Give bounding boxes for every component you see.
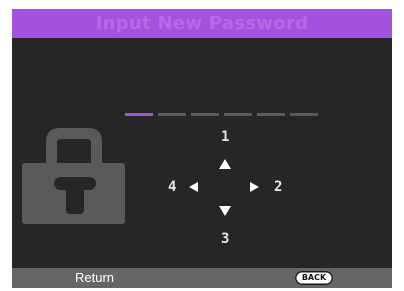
keypad-number-left: 4: [168, 179, 177, 195]
password-digit-slot: [224, 113, 252, 116]
lock-icon: [22, 128, 125, 224]
password-digit-indicator: [125, 113, 325, 116]
back-button-label: BACK: [301, 273, 327, 282]
page-title: Input New Password: [95, 13, 309, 34]
password-digit-slot: [290, 113, 318, 116]
password-digit-slot: [125, 113, 153, 116]
title-bar: Input New Password: [12, 9, 392, 38]
keypad-number-right: 2: [274, 179, 283, 195]
password-digit-slot: [158, 113, 186, 116]
return-label: Return: [75, 270, 115, 285]
password-digit-slot: [191, 113, 219, 116]
password-digit-slot: [257, 113, 285, 116]
password-screen: Input New Password 1 4 2 3 Return BACK: [12, 9, 392, 288]
arrow-up-icon[interactable]: [219, 159, 231, 169]
footer-bar: Return BACK: [12, 268, 392, 288]
arrow-left-icon[interactable]: [189, 182, 198, 192]
keypad-number-up: 1: [221, 129, 230, 145]
arrow-down-icon[interactable]: [219, 206, 231, 216]
back-button[interactable]: BACK: [295, 271, 333, 285]
arrow-right-icon[interactable]: [250, 182, 259, 192]
keypad-number-down: 3: [221, 231, 230, 247]
